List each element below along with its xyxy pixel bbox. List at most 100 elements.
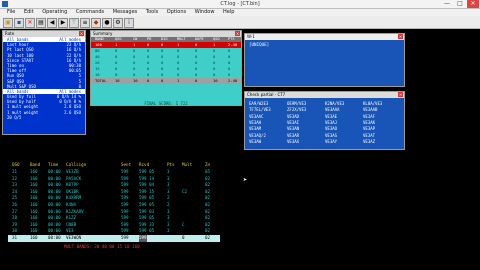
log-cell: K1ZZ — [66, 215, 77, 221]
unique-text: [UNIQUE] — [249, 42, 270, 47]
menu-commands[interactable]: Commands — [76, 9, 104, 16]
check-callsign[interactable]: VE3AX — [287, 139, 299, 144]
log-cell: 599 05 — [139, 195, 155, 201]
folder-icon[interactable]: ▣ — [3, 18, 13, 28]
log-cell: 3 — [167, 228, 170, 234]
print-icon[interactable]: ▤ — [36, 18, 46, 28]
log-cell: 29 — [12, 221, 18, 227]
bandmap-icon[interactable]: ≡ — [80, 18, 90, 28]
log-entry-field[interactable]: 599 — [121, 235, 129, 242]
check-callsign[interactable]: VE3AE — [325, 114, 337, 119]
rate-row: 20 Q/5 — [3, 115, 85, 120]
log-row[interactable]: 22 160 00:00 PA5ACK 599 599 14 3 02 — [8, 176, 220, 183]
close-button[interactable]: ✕ — [467, 0, 479, 8]
check-window-titlebar[interactable]: Check partial - CT7 × — [245, 92, 404, 98]
save-icon[interactable]: ▪ — [14, 18, 24, 28]
check-callsign[interactable]: VE3AQ/2 — [249, 133, 266, 138]
unique-window-titlebar[interactable]: W-1 × — [245, 34, 404, 40]
log-row[interactable]: 25 160 00:00 K4XRRM 599 599 05 2 02 — [8, 195, 220, 202]
log-entry-field[interactable]: 160 — [30, 235, 38, 242]
summary-window[interactable]: Summary × BAND QSO CW PH DIG MULT DUPE Q… — [90, 30, 242, 106]
spot-icon[interactable]: ● — [102, 18, 112, 28]
check-callsign[interactable]: VE3AP — [363, 126, 375, 131]
check-callsign[interactable]: VE3AM — [249, 126, 261, 131]
check-callsign[interactable]: VE3AW — [249, 139, 261, 144]
menu-tools[interactable]: Tools — [146, 9, 158, 16]
check-callsign[interactable]: VE3AK — [363, 120, 375, 125]
mouse-cursor-icon: ➤ — [243, 176, 248, 184]
close-icon[interactable]: × — [235, 31, 240, 36]
log-entry-row[interactable]: 31 160 00:00 VE3WQN 599 599 0 02 — [8, 235, 220, 242]
check-callsign[interactable]: VE3AN — [287, 126, 299, 131]
close-icon[interactable]: × — [398, 34, 403, 39]
check-callsign[interactable]: VE3AH — [249, 120, 261, 125]
log-cell: 00:00 — [48, 169, 61, 174]
check-callsign[interactable]: VE3AR — [287, 133, 299, 138]
antenna-icon[interactable]: ⊤ — [69, 18, 79, 28]
check-callsign[interactable]: VE3AY — [325, 139, 337, 144]
close-icon[interactable]: × — [398, 92, 403, 97]
check-callsign[interactable]: VE3AD — [287, 114, 299, 119]
check-callsign[interactable]: VE3AO — [325, 126, 337, 131]
menu-file[interactable]: File — [7, 9, 15, 16]
log-row[interactable]: 28 160 00:00 K1ZZ 599 599 05 3 02 — [8, 215, 220, 222]
check-callsign[interactable]: EA9/W2E3 — [249, 101, 268, 106]
check-callsign[interactable]: VE3AAA — [325, 107, 339, 112]
log-entry-field[interactable]: 599 — [139, 235, 147, 242]
maximize-button[interactable]: □ — [454, 0, 466, 8]
summary-total-cell: 10 — [213, 78, 218, 83]
log-row[interactable]: 24 160 00:00 OK1BR 599 599 15 3 C2 02 — [8, 189, 220, 196]
check-callsign[interactable]: VE3AJ — [325, 120, 337, 125]
menu-operating[interactable]: Operating — [42, 9, 67, 16]
check-callsign[interactable]: K2NA/VE3 — [325, 101, 344, 106]
log-row[interactable]: 29 160 00:00 CN8B 599 599 33 3 C 02 — [8, 222, 220, 229]
minimize-button[interactable]: — — [441, 0, 453, 8]
rate-window[interactable]: Rate × All bands All modes Last hour 23 Q/h… — [2, 30, 86, 135]
log-cell: 23 — [12, 182, 18, 188]
check-callsign[interactable]: VE3AZ — [363, 139, 375, 144]
close-icon[interactable]: × — [79, 31, 84, 36]
log-area[interactable]: QSO Band Time Callsign Sent Rcvd Pts Mul… — [8, 162, 220, 246]
back-icon[interactable]: ◀ — [47, 18, 57, 28]
unique-window[interactable]: W-1 × [UNIQUE] — [244, 33, 405, 87]
delete-icon[interactable]: ✕ — [25, 18, 35, 28]
log-entry-field[interactable]: 02 — [205, 235, 210, 242]
log-row[interactable]: 27 160 00:00 K1ZKARV 599 599 03 3 02 — [8, 209, 220, 216]
menu-options[interactable]: Options — [167, 9, 186, 16]
check-callsign[interactable]: VE3AI — [287, 120, 299, 125]
log-cell: 160 — [30, 182, 38, 188]
menu-window[interactable]: Window — [195, 9, 215, 16]
log-entry-field[interactable]: 31 — [12, 235, 17, 242]
log-row[interactable]: 21 160 00:00 VE3ZB 599 599 05 3 05 — [8, 169, 220, 176]
log-entry-field[interactable]: VE3WQN — [66, 235, 81, 242]
check-callsign[interactable]: OE9M/VE3 — [287, 101, 306, 106]
info-icon[interactable]: i — [124, 18, 134, 28]
config-icon[interactable]: ⚙ — [113, 18, 123, 28]
check-callsign[interactable]: VE3AS — [325, 133, 337, 138]
check-callsign[interactable]: VE3AAB — [363, 107, 377, 112]
check-callsign[interactable]: ZF2X/VE3 — [287, 107, 306, 112]
log-entry-field[interactable]: 0 — [182, 235, 185, 242]
menu-edit[interactable]: Edit — [24, 9, 34, 16]
log-row[interactable]: 23 160 00:00 K0TPP 599 599 04 3 02 — [8, 182, 220, 189]
menu-messages[interactable]: Messages — [113, 9, 138, 16]
check-callsign[interactable]: VE3AAC — [249, 114, 263, 119]
log-col-time: Time — [48, 162, 59, 167]
check-callsign[interactable]: KL8A/VE3 — [363, 101, 382, 106]
log-row[interactable]: 26 160 00:00 K4NA 599 599 05 2 02 — [8, 202, 220, 209]
check-callsign[interactable]: TF7EL/VE3 — [249, 107, 271, 112]
forward-icon[interactable]: ▶ — [58, 18, 68, 28]
check-callsign[interactable]: VE3AT — [363, 133, 375, 138]
log-cell: 599 — [121, 228, 129, 234]
menu-help[interactable]: Help — [223, 9, 234, 16]
title-bar: CT.log - [CT.bin] — □ ✕ — [0, 0, 480, 9]
dx-icon[interactable]: ◆ — [91, 18, 101, 28]
summary-window-title: Summary — [93, 31, 113, 36]
log-cell: 02 — [205, 208, 211, 214]
log-row[interactable]: 30 160 00:00 VE3 599 599 05 3 02 — [8, 228, 220, 235]
check-partial-window[interactable]: Check partial - CT7 × EA9/W2E3 OE9M/VE3 K2… — [244, 91, 405, 150]
check-callsign[interactable]: VE3AF — [363, 114, 375, 119]
log-cell: VE3 — [66, 228, 74, 234]
log-cell: 02 — [205, 228, 211, 234]
log-entry-field[interactable]: 00:00 — [48, 235, 61, 242]
